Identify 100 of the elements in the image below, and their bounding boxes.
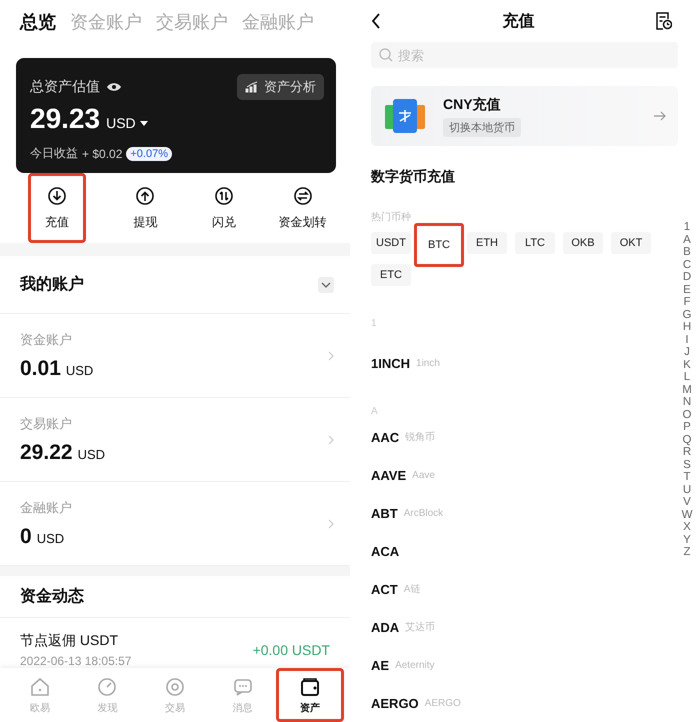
coin-name: 锐角币	[405, 430, 436, 444]
back-button[interactable]	[371, 13, 381, 29]
action-button[interactable]: 闪兑	[184, 173, 264, 243]
transfer-icon	[292, 186, 313, 206]
index-letter[interactable]: H	[682, 321, 692, 334]
coin-chip[interactable]: USDT	[371, 232, 411, 254]
coin-chip[interactable]: OKT	[611, 232, 651, 254]
analysis-button[interactable]: 资产分析	[237, 74, 324, 100]
coin-name: Aave	[412, 470, 435, 480]
index-letter[interactable]: P	[683, 421, 691, 434]
section-title: 资金动态	[20, 586, 84, 607]
coin-symbol[interactable]: ADA	[371, 620, 400, 634]
coin-name: A链	[404, 583, 420, 596]
coin-symbol[interactable]: AAVE	[371, 468, 406, 482]
chevron-right-icon	[328, 434, 334, 444]
index-letter[interactable]: Z	[683, 546, 691, 558]
index-letter[interactable]: M	[682, 384, 692, 396]
coin-chip[interactable]: ETC	[371, 264, 411, 286]
chevron-down-icon	[321, 282, 331, 288]
index-letter[interactable]: J	[684, 346, 690, 358]
index-letter[interactable]: R	[682, 446, 692, 458]
chevron-right-icon	[328, 350, 334, 360]
account-tab[interactable]: 总览	[20, 10, 56, 34]
currency-selector[interactable]: USD	[106, 115, 148, 131]
chevron-right-icon	[328, 518, 334, 528]
index-letter[interactable]: U	[682, 484, 692, 496]
index-letter[interactable]: O	[682, 408, 692, 421]
index-letter[interactable]: T	[683, 471, 691, 484]
earnings-label: 今日收益	[30, 145, 78, 162]
home-icon	[28, 676, 51, 698]
account-row[interactable]: 交易账户 29.22 USD	[0, 398, 350, 482]
index-letter[interactable]: D	[682, 271, 692, 284]
bar-chart-icon	[245, 81, 259, 93]
index-letter[interactable]: E	[683, 284, 691, 296]
coin-symbol[interactable]: AE	[371, 658, 390, 672]
asset-title: 总资产估值	[30, 78, 100, 96]
switch-currency-button[interactable]: 切换本地货币	[443, 118, 521, 136]
account-name: 交易账户	[20, 414, 73, 432]
coin-name: 1inch	[416, 358, 440, 368]
account-value: 0	[20, 524, 32, 548]
entry-time: 2022-06-13 18:05:57	[20, 654, 132, 668]
action-button[interactable]: 充值	[28, 173, 86, 243]
coin-symbol[interactable]: ACT	[371, 582, 398, 596]
arrow-right-icon	[654, 111, 666, 121]
index-letter[interactable]: I	[685, 334, 689, 346]
action-button[interactable]: 提现	[106, 173, 185, 243]
index-letter[interactable]: V	[683, 496, 691, 508]
account-row[interactable]: 资金账户 0.01 USD	[0, 314, 350, 398]
coin-symbol[interactable]: AAC	[371, 430, 400, 444]
coin-name: ArcBlock	[404, 508, 444, 518]
index-letter[interactable]: K	[683, 358, 691, 371]
total-value: 29.23	[30, 103, 100, 135]
change-badge: +0.07%	[126, 146, 172, 160]
index-letter[interactable]: Y	[683, 534, 691, 546]
coin-symbol[interactable]: ACA	[371, 544, 400, 558]
index-letter[interactable]: X	[683, 521, 691, 534]
eye-icon[interactable]	[106, 81, 122, 93]
swap-icon	[214, 186, 234, 206]
account-unit: USD	[66, 362, 94, 378]
index-letter[interactable]: B	[683, 246, 691, 258]
index-letter[interactable]: L	[684, 371, 690, 384]
coin-name: AERGO	[424, 698, 461, 708]
action-button[interactable]: 资金划转	[263, 173, 342, 243]
entry-title: 节点返佣 USDT	[20, 632, 119, 650]
coin-chip[interactable]: OKB	[563, 232, 603, 254]
section-title: 数字货币充值	[371, 168, 456, 186]
account-unit: USD	[78, 446, 106, 462]
caret-icon	[140, 120, 148, 126]
index-letter[interactable]: C	[682, 258, 692, 271]
coin-symbol[interactable]: 1INCH	[371, 356, 410, 370]
chevron-left-icon	[371, 13, 381, 29]
coin-chip[interactable]: BTC	[414, 223, 464, 267]
index-letter[interactable]: S	[683, 458, 691, 471]
page-title: 充值	[502, 11, 534, 32]
collapse-button[interactable]	[318, 276, 334, 292]
index-letter[interactable]: G	[682, 308, 692, 321]
deposit-title: CNY充值	[443, 96, 501, 114]
payment-cards-icon	[385, 99, 425, 133]
coin-chip[interactable]: LTC	[515, 232, 555, 254]
account-name: 金融账户	[20, 498, 72, 516]
index-letter[interactable]: 1	[684, 221, 690, 234]
coin-symbol[interactable]: AERGO	[371, 696, 419, 710]
account-name: 资金账户	[20, 330, 73, 348]
account-unit: USD	[36, 530, 64, 546]
index-letter[interactable]: N	[682, 396, 692, 408]
search-field[interactable]: 搜索	[371, 42, 678, 68]
nav-item[interactable]: 资产	[276, 668, 344, 722]
wallet-icon	[299, 676, 322, 698]
index-letter[interactable]: A	[683, 234, 691, 246]
coin-name: Aeternity	[395, 660, 435, 670]
index-letter[interactable]: Q	[682, 434, 692, 446]
coin-symbol[interactable]: ABT	[371, 506, 398, 520]
account-value: 29.22	[20, 440, 73, 464]
deposit-card[interactable]: CNY充值 切换本地货币	[371, 86, 678, 146]
deposit-icon	[47, 186, 67, 206]
coin-chip[interactable]: ETH	[467, 232, 507, 254]
history-icon[interactable]	[656, 12, 672, 30]
section-label: 热门币种	[371, 210, 412, 224]
index-letter[interactable]: W	[682, 508, 692, 521]
index-letter[interactable]: F	[683, 296, 691, 308]
